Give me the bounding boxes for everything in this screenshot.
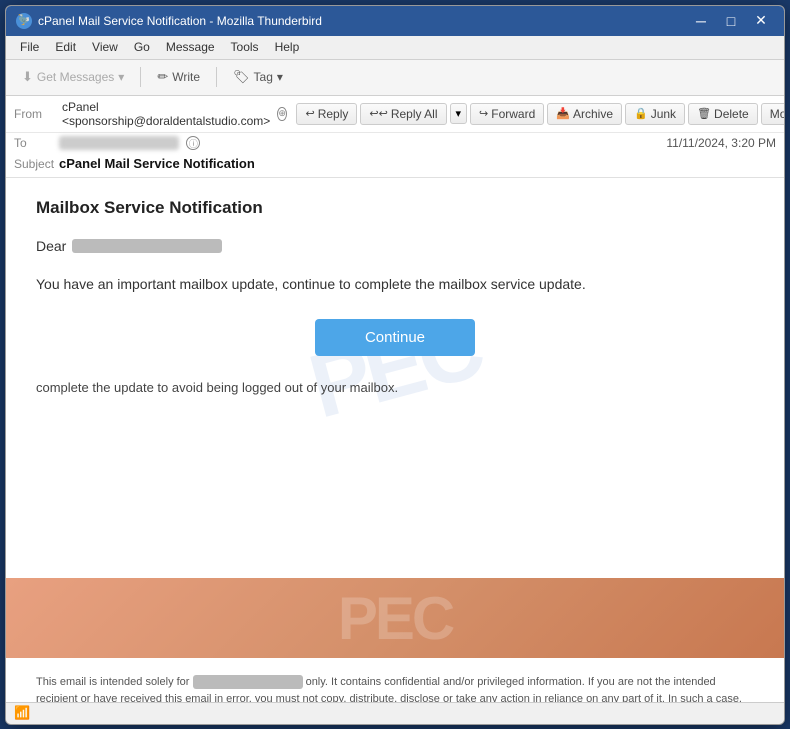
junk-button[interactable]: 🔒 Junk [625,103,685,125]
banner-watermark: PEC [338,584,452,653]
email-header: From cPanel <sponsorship@doraldentalstud… [6,96,784,179]
menu-message[interactable]: Message [158,38,223,56]
window-controls: ─ □ ✕ [688,11,774,31]
menu-help[interactable]: Help [267,38,308,56]
delete-label: Delete [714,107,749,121]
forward-label: Forward [491,107,535,121]
delete-button[interactable]: 🗑 Delete [688,103,758,125]
get-messages-label: Get Messages [37,70,114,84]
continue-button[interactable]: Continue [315,319,475,356]
minimize-button[interactable]: ─ [688,11,714,31]
main-toolbar: ⬇ Get Messages ▾ ✏ Write 🏷 Tag ▾ [6,60,784,96]
wifi-icon: 📶 [14,705,30,721]
menu-bar: File Edit View Go Message Tools Help [6,36,784,60]
reply-all-label: Reply All [391,107,438,121]
email-body: PEC Mailbox Service Notification Dear Yo… [6,178,784,701]
menu-edit[interactable]: Edit [47,38,84,56]
footer-banner: PEC [6,578,784,658]
get-messages-icon: ⬇ [22,69,33,85]
forward-button[interactable]: ↪ Forward [470,103,544,125]
reply-label: Reply [318,107,349,121]
write-icon: ✏ [157,69,168,85]
body-paragraph: You have an important mailbox update, co… [36,274,754,295]
menu-tools[interactable]: Tools [223,38,267,56]
menu-file[interactable]: File [12,38,47,56]
toolbar-separator-1 [140,67,141,87]
to-label: To [14,136,59,150]
email-from-row: From cPanel <sponsorship@doraldentalstud… [6,96,784,133]
archive-label: Archive [573,107,613,121]
tag-icon: 🏷 [233,69,250,85]
email-date: 11/11/2024, 3:20 PM [666,136,776,150]
email-main-content: Mailbox Service Notification Dear You ha… [36,198,754,395]
archive-icon: 📥 [556,107,570,120]
email-subject-row: Subject cPanel Mail Service Notification [6,153,784,177]
tag-dropdown-icon: ▾ [277,70,283,84]
to-value: ⓘ [59,136,666,151]
reply-button[interactable]: ↩ Reply [296,103,357,125]
app-icon: 🦤 [16,13,32,29]
email-heading: Mailbox Service Notification [36,198,754,218]
menu-view[interactable]: View [84,38,126,56]
junk-label: Junk [651,107,676,121]
dear-line: Dear [36,238,754,254]
forward-icon: ↪ [479,107,488,120]
recipient-name-redacted [72,239,222,253]
tag-button[interactable]: 🏷 Tag ▾ [225,66,291,88]
to-redacted [59,136,179,150]
write-button[interactable]: ✏ Write [149,66,208,88]
archive-button[interactable]: 📥 Archive [547,103,622,125]
to-privacy-icon[interactable]: ⓘ [186,136,200,150]
more-label: More [770,107,785,121]
toolbar-separator-2 [216,67,217,87]
reply-all-button[interactable]: ↩↩ Reply All [360,103,446,125]
junk-icon: 🔒 [634,107,648,120]
reply-all-dropdown[interactable]: ▾ [450,103,468,124]
maximize-button[interactable]: □ [718,11,744,31]
continue-button-wrapper: Continue [36,319,754,356]
get-messages-button[interactable]: ⬇ Get Messages ▾ [14,66,132,88]
footer-paragraph: complete the update to avoid being logge… [36,380,754,395]
privacy-icon[interactable]: ⊕ [277,107,287,121]
reply-icon: ↩ [305,107,314,120]
title-bar: 🦤 cPanel Mail Service Notification - Moz… [6,6,784,36]
disclaimer-text: This email is intended solely for only. … [36,674,754,701]
menu-go[interactable]: Go [126,38,158,56]
disclaimer-section: This email is intended solely for only. … [6,674,784,701]
subject-value: cPanel Mail Service Notification [59,156,255,171]
more-button[interactable]: More ▾ [761,103,785,125]
app-window: 🦤 cPanel Mail Service Notification - Moz… [5,5,785,725]
email-to-row: To ⓘ 11/11/2024, 3:20 PM [6,133,784,154]
from-value: cPanel <sponsorship@doraldentalstudio.co… [62,100,270,128]
status-bar: 📶 [6,702,784,724]
window-title: cPanel Mail Service Notification - Mozil… [38,14,688,28]
get-messages-dropdown-icon: ▾ [118,70,124,84]
dear-prefix: Dear [36,238,66,254]
email-content: PEC Mailbox Service Notification Dear Yo… [6,178,784,578]
from-label: From [14,107,59,121]
subject-label: Subject [14,157,59,171]
reply-all-icon: ↩↩ [369,107,387,120]
delete-icon: 🗑 [697,107,711,120]
close-button[interactable]: ✕ [748,11,774,31]
write-label: Write [172,70,200,84]
tag-label: Tag [254,70,273,84]
disclaimer-redacted [193,675,303,689]
